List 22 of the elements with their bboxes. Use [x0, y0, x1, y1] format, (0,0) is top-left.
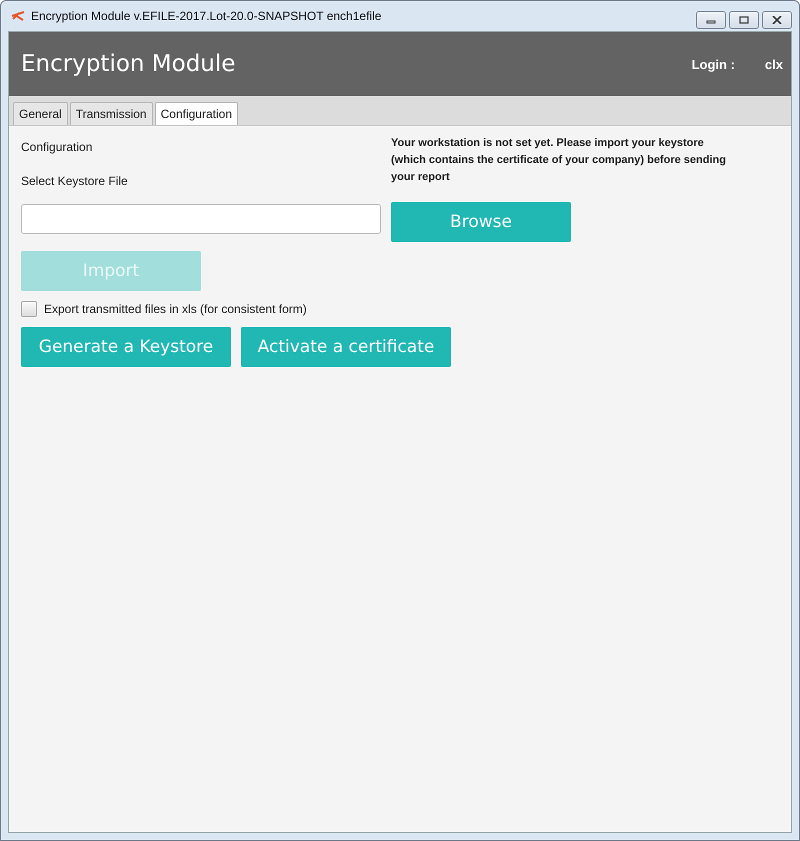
tab[interactable]: Transmission: [70, 102, 153, 125]
section-title: Configuration: [21, 140, 94, 154]
minimize-button[interactable]: [696, 11, 726, 29]
checkbox-label: Export transmitted files in xls (for consistent form): [44, 302, 307, 316]
checkbox[interactable]: [21, 301, 37, 317]
maximize-icon: [739, 16, 749, 24]
close-icon: [772, 16, 782, 24]
tab[interactable]: Configuration: [154, 102, 238, 125]
tab[interactable]: General: [13, 102, 68, 125]
app-title: Encryption Module: [21, 51, 236, 77]
action-button[interactable]: Activate a certificate: [241, 327, 451, 367]
browse-button[interactable]: Browse: [391, 202, 571, 242]
action-button[interactable]: Generate a Keystore: [21, 327, 231, 367]
maximize-button[interactable]: [729, 11, 759, 29]
close-button[interactable]: [762, 11, 792, 29]
app-icon: [11, 10, 25, 22]
keystore-field[interactable]: [21, 204, 381, 234]
login-label: Login :: [692, 56, 735, 72]
warning-message: Your workstation is not set yet. Please import your keystore (which contains the certificate of your company) before sending your report: [391, 136, 726, 185]
window-title: Encryption Module v.EFILE-2017.Lot-20.0-SNAPSHOT ench1efile: [31, 9, 382, 23]
keystore-label: Select Keystore File: [21, 174, 129, 188]
login-value: clx: [764, 56, 783, 72]
